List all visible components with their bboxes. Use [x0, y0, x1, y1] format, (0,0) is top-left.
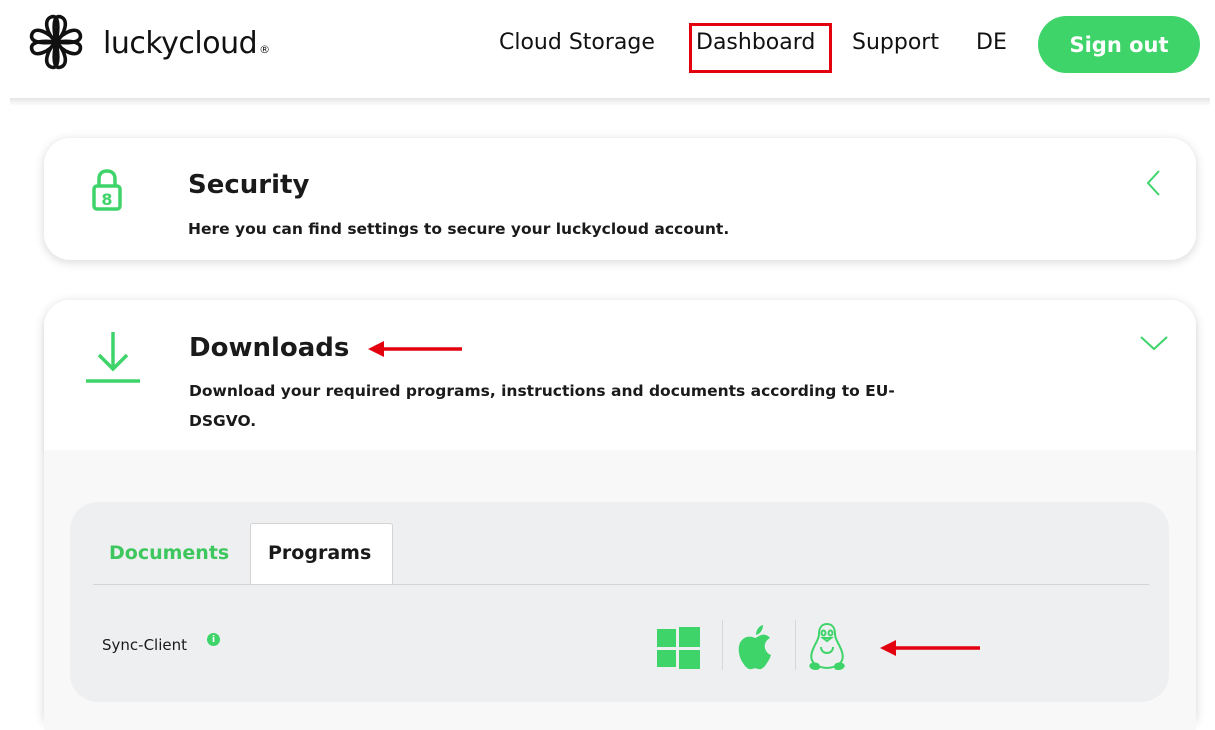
- registered-mark: ®: [259, 42, 271, 56]
- nav-cloud-storage[interactable]: Cloud Storage: [499, 30, 655, 55]
- chevron-left-icon[interactable]: [1144, 168, 1164, 198]
- header-shadow: [10, 98, 1210, 106]
- downloads-description-line2: DSGVO.: [189, 412, 257, 430]
- nav-support[interactable]: Support: [852, 30, 939, 55]
- lock-icon: 8: [92, 169, 122, 211]
- downloads-title: Downloads: [189, 333, 350, 363]
- luckycloud-logo-icon: [29, 14, 83, 70]
- icon-separator: [722, 620, 723, 670]
- svg-text:8: 8: [101, 190, 112, 209]
- brand-logo[interactable]: luckycloud ®: [25, 12, 270, 74]
- security-title: Security: [188, 170, 310, 200]
- downloads-header[interactable]: Downloads Download your required program…: [44, 300, 1196, 450]
- annotation-arrow-platforms: [880, 640, 980, 656]
- nav-dashboard[interactable]: Dashboard: [696, 30, 815, 55]
- downloads-panel: [70, 502, 1169, 702]
- sign-out-button[interactable]: Sign out: [1038, 16, 1200, 73]
- tabs-divider: [93, 584, 1149, 585]
- info-icon[interactable]: i: [207, 633, 220, 646]
- sync-client-label: Sync-Client: [102, 636, 187, 654]
- download-icon: [86, 332, 140, 383]
- windows-icon[interactable]: [657, 627, 700, 669]
- tab-documents[interactable]: Documents: [109, 542, 229, 564]
- icon-separator: [795, 620, 796, 670]
- security-card[interactable]: 8 Security Here you can find settings to…: [44, 138, 1196, 260]
- language-switch[interactable]: DE: [976, 30, 1007, 55]
- downloads-description-line1: Download your required programs, instruc…: [189, 382, 895, 400]
- brand-name: luckycloud: [103, 25, 258, 61]
- security-description: Here you can find settings to secure you…: [188, 220, 730, 238]
- top-header: luckycloud ® Cloud Storage Dashboard Sup…: [0, 0, 1215, 100]
- linux-icon[interactable]: [806, 622, 848, 672]
- annotation-arrow-downloads: [368, 341, 462, 357]
- apple-icon[interactable]: [736, 624, 774, 670]
- chevron-down-icon[interactable]: [1139, 333, 1169, 353]
- tab-programs[interactable]: Programs: [268, 542, 371, 564]
